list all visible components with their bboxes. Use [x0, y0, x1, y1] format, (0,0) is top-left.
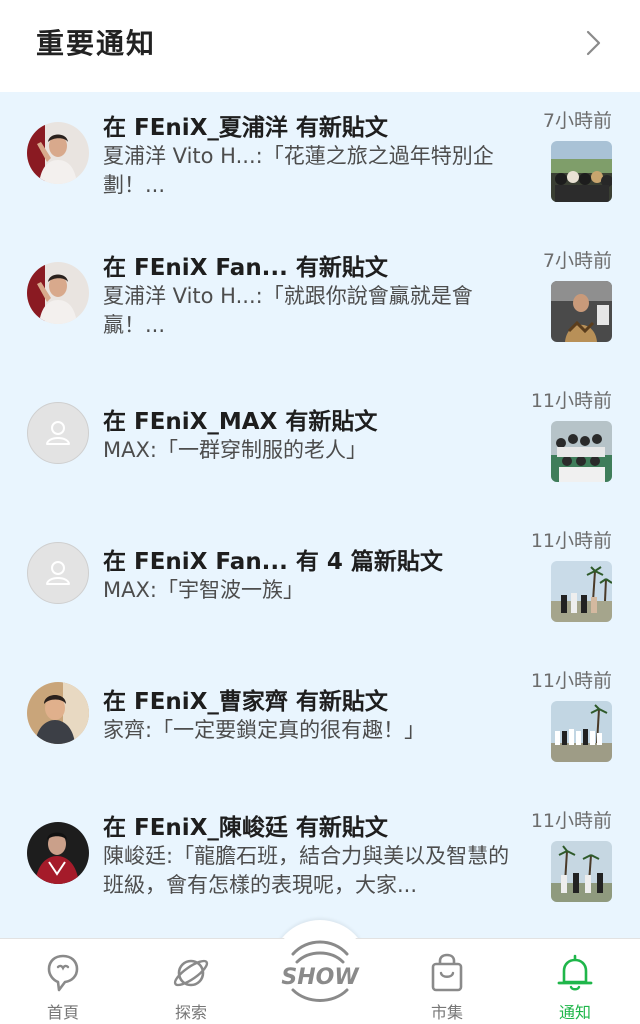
notification-item[interactable]: 在 FEniX Fan... 有 4 篇新貼文 MAX:「宇智波一族」 11小時…	[0, 512, 640, 652]
tab-explore-label: 探索	[174, 1003, 207, 1022]
notification-item[interactable]: 在 FEniX_夏浦洋 有新貼文 夏浦洋 Vito H...:「花蓮之旅之過年特…	[0, 92, 640, 232]
bell-icon	[557, 954, 593, 991]
tab-notifications-label: 通知	[558, 1003, 591, 1022]
default-user-icon	[46, 421, 70, 445]
show-text: SHOW	[281, 965, 360, 990]
tab-market[interactable]: 市集	[397, 939, 497, 1024]
notification-time: 11小時前	[530, 390, 612, 412]
notification-desc: 夏浦洋 Vito H...:「就跟你說會贏就是會贏！...	[103, 284, 473, 337]
notification-item[interactable]: 在 FEniX_曹家齊 有新貼文 家齊:「一定要鎖定真的很有趣！」 11小時前	[0, 652, 640, 792]
planet-icon	[173, 959, 209, 987]
notification-title: 在 FEniX_夏浦洋 有新貼文	[103, 115, 388, 141]
notification-time: 11小時前	[530, 810, 612, 832]
avatar	[27, 542, 89, 604]
post-thumbnail[interactable]	[551, 701, 612, 762]
notification-title: 在 FEniX_陳峻廷 有新貼文	[103, 815, 388, 841]
post-thumbnail[interactable]	[551, 841, 612, 902]
page-header[interactable]: 重要通知	[0, 0, 640, 92]
notification-time: 11小時前	[530, 530, 612, 552]
notification-desc: MAX:「一群穿制服的老人」	[103, 438, 367, 462]
tab-market-label: 市集	[430, 1003, 463, 1022]
notification-title: 在 FEniX_曹家齊 有新貼文	[103, 689, 388, 715]
post-thumbnail[interactable]	[551, 561, 612, 622]
notification-item[interactable]: 在 FEniX_MAX 有新貼文 MAX:「一群穿制服的老人」 11小時前	[0, 372, 640, 512]
tab-home[interactable]: 首頁	[13, 939, 113, 1024]
avatar	[27, 822, 89, 884]
notification-desc: 夏浦洋 Vito H...:「花蓮之旅之過年特別企劃！...	[103, 144, 494, 197]
home-bubble-icon	[47, 954, 79, 992]
post-thumbnail[interactable]	[551, 421, 612, 482]
post-thumbnail[interactable]	[551, 141, 612, 202]
notification-desc: MAX:「宇智波一族」	[103, 578, 304, 602]
notification-item[interactable]: 在 FEniX_陳峻廷 有新貼文 陳峻廷:「龍膽石班，結合力與美以及智慧的班級，…	[0, 792, 640, 932]
tab-notifications[interactable]: 通知	[525, 939, 625, 1024]
tab-explore[interactable]: 探索	[141, 939, 241, 1024]
post-thumbnail[interactable]	[551, 281, 612, 342]
notification-time: 11小時前	[530, 670, 612, 692]
notification-item[interactable]: 在 FEniX Fan... 有新貼文 夏浦洋 Vito H...:「就跟你說會…	[0, 232, 640, 372]
avatar	[27, 122, 89, 184]
chevron-right-icon[interactable]	[584, 30, 604, 56]
avatar	[27, 262, 89, 324]
notification-list: 在 FEniX_夏浦洋 有新貼文 夏浦洋 Vito H...:「花蓮之旅之過年特…	[0, 92, 640, 938]
tab-home-label: 首頁	[46, 1003, 79, 1022]
default-user-icon	[46, 561, 70, 585]
notification-time: 7小時前	[542, 110, 612, 132]
notification-desc: 陳峻廷:「龍膽石班，結合力與美以及智慧的班級，會有怎樣的表現呢，大家...	[103, 844, 510, 897]
notification-time: 7小時前	[542, 250, 612, 272]
notification-title: 在 FEniX_MAX 有新貼文	[103, 409, 378, 435]
avatar	[27, 402, 89, 464]
show-icon[interactable]: SHOW	[271, 920, 369, 1018]
page-title: 重要通知	[36, 27, 157, 60]
notification-title: 在 FEniX Fan... 有新貼文	[103, 255, 388, 281]
notification-desc: 家齊:「一定要鎖定真的很有趣！」	[103, 718, 426, 742]
notification-title: 在 FEniX Fan... 有 4 篇新貼文	[103, 549, 443, 575]
avatar	[27, 682, 89, 744]
shopping-bag-icon	[431, 953, 463, 992]
